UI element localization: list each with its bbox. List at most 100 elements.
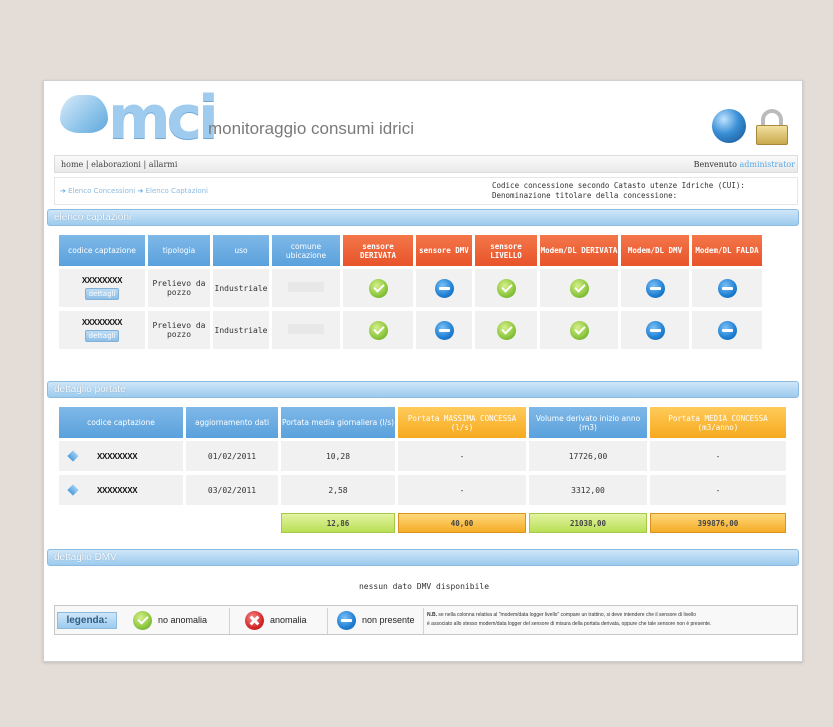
welcome-label: Benvenuto [693, 160, 737, 169]
portata-media-cell: 2,58 [281, 475, 395, 505]
note-label: N.B. [427, 612, 437, 618]
note-line2: è associato allo stesso modem/data logge… [427, 621, 712, 627]
table-row: XXXXXXXX dettagli Prelievo da pozzo Indu… [59, 311, 762, 349]
non-presente-icon [717, 278, 737, 298]
col-header: aggiornamento dati [186, 407, 278, 438]
main-panel: mci monitoraggio consumi idrici home | e… [43, 80, 803, 662]
col-header: tipologia [148, 235, 210, 266]
uso-cell: Industriale [213, 269, 269, 307]
data-cell: 01/02/2011 [186, 441, 278, 471]
non-presente-icon [717, 320, 737, 340]
globe-icon[interactable] [712, 109, 746, 143]
concession-code-label: Codice concessione secondo Catasto utenz… [492, 181, 745, 190]
dettagli-button[interactable]: dettagli [85, 330, 119, 342]
media-concessa-cell: - [650, 441, 786, 471]
legend-label: anomalia [270, 615, 307, 625]
breadcrumb: ➔ Elenco Concessioni ➔ Elenco Captazioni… [54, 177, 798, 205]
non-presente-icon [434, 320, 454, 340]
col-header: codice captazione [59, 407, 183, 438]
breadcrumb-concessioni[interactable]: Elenco Concessioni [68, 187, 135, 195]
captazioni-table: codice captazione tipologia uso comune u… [56, 235, 765, 349]
nav-separator: | [85, 160, 89, 169]
no-anomalia-icon [368, 278, 388, 298]
no-anomalia-icon [569, 320, 589, 340]
anomalia-icon [245, 611, 264, 631]
comune-cell [288, 324, 324, 334]
table-row: XXXXXXXX 01/02/2011 10,28 - 17726,00 - [59, 441, 786, 471]
legend-title: legenda: [57, 612, 117, 629]
portata-media-cell: 10,28 [281, 441, 395, 471]
dmv-empty-message: nessun dato DMV disponibile [358, 582, 490, 591]
legend-label: no anomalia [158, 615, 208, 625]
breadcrumb-captazioni[interactable]: Elenco Captazioni [146, 187, 208, 195]
non-presente-icon [337, 611, 356, 631]
arrow-right-icon: ➔ [60, 187, 66, 195]
nav-links: home | elaborazioni | allarmi [61, 160, 177, 169]
col-header: Portata media giornaliera (l/s) [281, 407, 395, 438]
total-portata-massima: 40,00 [398, 513, 526, 533]
volume-cell: 3312,00 [529, 475, 647, 505]
nav-separator: | [143, 160, 147, 169]
no-anomalia-icon [496, 278, 516, 298]
legend: legenda: no anomalia anomalia non presen… [54, 605, 798, 635]
section-portate-header: dettaglio portate [47, 381, 799, 398]
diamond-bullet-icon [67, 484, 79, 496]
section-title: elenco captazioni [54, 212, 132, 223]
lock-icon[interactable] [754, 109, 790, 145]
col-header: Modem/DL DERIVATA [540, 235, 618, 266]
no-anomalia-icon [368, 320, 388, 340]
legend-note: N.B. se nella colonna relativa al "modem… [427, 611, 797, 629]
nav-home-link[interactable]: home [61, 160, 83, 169]
col-header: Modem/DL FALDA [692, 235, 762, 266]
col-header: uso [213, 235, 269, 266]
col-header: Portata MASSIMA CONCESSA (l/s) [398, 407, 526, 438]
tipologia-cell: Prelievo da pozzo [148, 311, 210, 349]
non-presente-icon [645, 320, 665, 340]
legend-label: non presente [362, 615, 415, 625]
app-logo: mci monitoraggio consumi idrici [50, 83, 470, 153]
uso-cell: Industriale [213, 311, 269, 349]
col-header: Modem/DL DMV [621, 235, 689, 266]
col-header: sensore LIVELLO [475, 235, 537, 266]
tipologia-cell: Prelievo da pozzo [148, 269, 210, 307]
dettagli-button[interactable]: dettagli [85, 288, 119, 300]
portata-massima-cell: - [398, 475, 526, 505]
non-presente-icon [645, 278, 665, 298]
no-anomalia-icon [496, 320, 516, 340]
nav-elaborazioni-link[interactable]: elaborazioni [91, 160, 141, 169]
total-media-concessa: 399876,00 [650, 513, 786, 533]
non-presente-icon [434, 278, 454, 298]
codice-captazione: XXXXXXXX [81, 276, 123, 285]
col-header: codice captazione [59, 235, 145, 266]
legend-anomalia: anomalia [245, 610, 307, 632]
volume-cell: 17726,00 [529, 441, 647, 471]
totals-row: 12,86 40,00 21038,00 399876,00 [59, 513, 786, 533]
top-navbar: home | elaborazioni | allarmi Benvenuto … [54, 155, 798, 173]
section-title: dettaglio DMV [54, 552, 117, 563]
col-header: comune ubicazione [272, 235, 340, 266]
col-header: sensore DERIVATA [343, 235, 413, 266]
total-volume: 21038,00 [529, 513, 647, 533]
logo-text: mci [108, 83, 219, 153]
app-subtitle: monitoraggio consumi idrici [208, 119, 414, 138]
col-header: Volume derivato inizio anno (m3) [529, 407, 647, 438]
codice-captazione: XXXXXXXX [97, 485, 138, 495]
section-title: dettaglio portate [54, 384, 126, 395]
total-portata-media: 12,86 [281, 513, 395, 533]
codice-captazione: XXXXXXXX [97, 451, 138, 461]
diamond-bullet-icon [67, 450, 79, 462]
note-line1: se nella colonna relativa al "modem/data… [438, 612, 696, 618]
concession-info: Codice concessione secondo Catasto utenz… [492, 181, 745, 201]
arrow-right-icon: ➔ [137, 187, 144, 195]
username-link[interactable]: administrator [739, 160, 795, 169]
section-dmv-header: dettaglio DMV [47, 549, 799, 566]
comune-cell [288, 282, 324, 292]
media-concessa-cell: - [650, 475, 786, 505]
data-cell: 03/02/2011 [186, 475, 278, 505]
col-header: sensore DMV [416, 235, 472, 266]
codice-captazione: XXXXXXXX [81, 318, 123, 327]
nav-allarmi-link[interactable]: allarmi [149, 160, 178, 169]
col-header: Portata MEDIA CONCESSA (m3/anno) [650, 407, 786, 438]
portate-table: codice captazione aggiornamento dati Por… [56, 407, 789, 533]
legend-non-presente: non presente [337, 610, 415, 632]
